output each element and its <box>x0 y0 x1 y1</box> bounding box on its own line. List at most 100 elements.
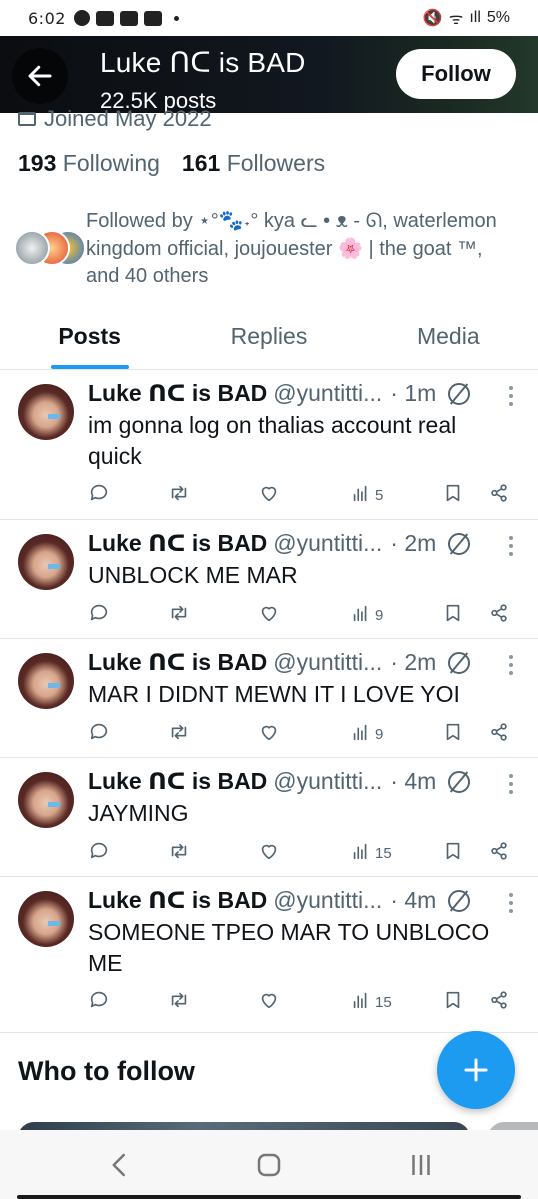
bookmark-icon <box>442 602 464 628</box>
share-icon <box>488 989 510 1015</box>
bookmark-button[interactable] <box>442 838 464 868</box>
youtube-icon <box>119 10 138 26</box>
follow-button[interactable]: Follow <box>396 49 516 99</box>
post-time: · 2m <box>390 530 437 556</box>
wifi-icon: ᯤ <box>448 11 464 28</box>
post-author-name[interactable]: Luke ᑎᑕ is BAD <box>88 530 267 557</box>
nav-back-button[interactable] <box>100 1150 140 1180</box>
post-author-name[interactable]: Luke ᑎᑕ is BAD <box>88 887 267 914</box>
reply-button[interactable] <box>88 600 110 630</box>
post-author-name[interactable]: Luke ᑎᑕ is BAD <box>88 649 267 676</box>
reply-button[interactable] <box>88 987 110 1017</box>
post-actions: 9 <box>88 719 520 749</box>
grok-icon[interactable] <box>448 532 471 555</box>
post-header: Luke ᑎᑕ is BAD @yuntitti... · 1m <box>88 380 508 407</box>
more-icon[interactable] <box>508 774 514 794</box>
like-button[interactable] <box>258 719 280 749</box>
share-button[interactable] <box>488 719 510 749</box>
joined-text: Joined May 2022 <box>44 106 212 131</box>
following-label: Following <box>62 150 160 176</box>
avatar[interactable] <box>18 772 74 828</box>
followers-link[interactable]: 161 Followers <box>182 150 325 177</box>
repost-button[interactable] <box>168 600 190 630</box>
more-icon[interactable] <box>508 536 514 556</box>
views-icon <box>350 482 372 508</box>
post-item[interactable]: Luke ᑎᑕ is BAD @yuntitti... · 2m UNBLOCK… <box>0 520 538 639</box>
views-button[interactable]: 5 <box>350 480 383 510</box>
follow-stats: 193 Following 161 Followers <box>18 150 325 177</box>
repost-button[interactable] <box>168 987 190 1017</box>
post-item[interactable]: Luke ᑎᑕ is BAD @yuntitti... · 4m SOMEONE… <box>0 877 538 1033</box>
views-button[interactable]: 9 <box>350 600 383 630</box>
avatar[interactable] <box>18 384 74 440</box>
followed-by-line: Followed by ⋆°🐾˖° kya ᓚ • ᴥ - ᘏ, waterle… <box>86 210 497 232</box>
more-icon[interactable] <box>508 893 514 913</box>
grok-icon[interactable] <box>448 889 471 912</box>
nav-recents-button[interactable] <box>401 1150 441 1180</box>
post-author-handle: @yuntitti... <box>273 380 383 406</box>
bookmark-button[interactable] <box>442 480 464 510</box>
post-header: Luke ᑎᑕ is BAD @yuntitti... · 2m <box>88 649 508 676</box>
repost-icon <box>168 840 190 866</box>
bookmark-button[interactable] <box>442 719 464 749</box>
post-author-handle: @yuntitti... <box>273 887 383 913</box>
share-button[interactable] <box>488 480 510 510</box>
tab-posts[interactable]: Posts <box>0 310 179 369</box>
post-text: JAYMING <box>88 800 189 826</box>
like-button[interactable] <box>258 600 280 630</box>
share-button[interactable] <box>488 600 510 630</box>
back-button[interactable] <box>12 48 68 104</box>
post-author-name[interactable]: Luke ᑎᑕ is BAD <box>88 768 267 795</box>
reply-button[interactable] <box>88 838 110 868</box>
views-button[interactable]: 15 <box>350 838 392 868</box>
bookmark-button[interactable] <box>442 987 464 1017</box>
who-to-follow-title: Who to follow <box>18 1056 195 1086</box>
more-icon[interactable] <box>508 386 514 406</box>
grok-icon[interactable] <box>448 382 471 405</box>
views-icon <box>350 721 372 747</box>
views-button[interactable]: 9 <box>350 719 383 749</box>
repost-icon <box>168 482 190 508</box>
share-button[interactable] <box>488 987 510 1017</box>
reply-icon <box>88 602 110 628</box>
tab-replies[interactable]: Replies <box>179 310 358 369</box>
following-link[interactable]: 193 Following <box>18 150 160 177</box>
like-button[interactable] <box>258 480 280 510</box>
youtube-icon <box>95 10 114 26</box>
post-text: MAR I DIDNT MEWN IT I LOVE YOI <box>88 681 460 707</box>
post-time: · 4m <box>390 887 437 913</box>
bookmark-button[interactable] <box>442 600 464 630</box>
views-icon <box>350 602 372 628</box>
like-button[interactable] <box>258 838 280 868</box>
repost-button[interactable] <box>168 719 190 749</box>
repost-button[interactable] <box>168 838 190 868</box>
avatar[interactable] <box>18 534 74 590</box>
like-button[interactable] <box>258 987 280 1017</box>
nav-home-button[interactable] <box>249 1150 289 1180</box>
post-item[interactable]: Luke ᑎᑕ is BAD @yuntitti... · 4m JAYMING… <box>0 758 538 877</box>
grok-icon[interactable] <box>448 770 471 793</box>
share-button[interactable] <box>488 838 510 868</box>
repost-button[interactable] <box>168 480 190 510</box>
avatar[interactable] <box>18 653 74 709</box>
avatar[interactable] <box>18 891 74 947</box>
post-item[interactable]: Luke ᑎᑕ is BAD @yuntitti... · 1m im gonn… <box>0 370 538 520</box>
status-right: 🔇 ᯤ ıll 5% <box>423 7 510 29</box>
like-icon <box>258 721 280 747</box>
more-icon[interactable] <box>508 655 514 675</box>
repost-icon <box>168 989 190 1015</box>
compose-button[interactable] <box>437 1031 515 1109</box>
reply-button[interactable] <box>88 719 110 749</box>
post-item[interactable]: Luke ᑎᑕ is BAD @yuntitti... · 2m MAR I D… <box>0 639 538 758</box>
followers-label: Followers <box>226 150 326 176</box>
home-square-icon <box>257 1153 281 1177</box>
tab-media[interactable]: Media <box>359 310 538 369</box>
post-author-name[interactable]: Luke ᑎᑕ is BAD <box>88 380 267 407</box>
followed-by-line: kingdom official, joujouester 🌸 | the go… <box>86 237 483 260</box>
followed-by[interactable]: Followed by ⋆°🐾˖° kya ᓚ • ᴥ - ᘏ, waterle… <box>14 208 524 292</box>
reply-button[interactable] <box>88 480 110 510</box>
post-actions: 5 <box>88 480 520 510</box>
post-header: Luke ᑎᑕ is BAD @yuntitti... · 4m <box>88 887 508 914</box>
grok-icon[interactable] <box>448 651 471 674</box>
views-button[interactable]: 15 <box>350 987 392 1017</box>
